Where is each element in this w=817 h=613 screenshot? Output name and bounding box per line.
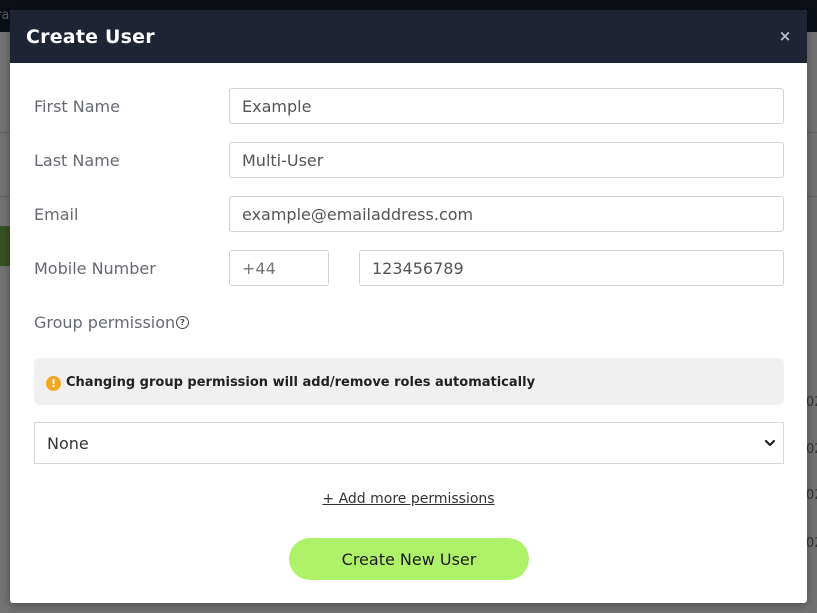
country-code-input[interactable] [229,250,329,286]
last-name-row: Last Name [10,142,807,180]
create-new-user-button[interactable]: Create New User [289,538,529,580]
group-permission-select[interactable]: None [34,422,784,464]
last-name-label: Last Name [34,151,120,170]
mobile-number-label: Mobile Number [34,259,156,278]
permission-notice: ! Changing group permission will add/rem… [34,358,784,405]
last-name-input[interactable] [229,142,784,178]
warning-icon: ! [46,376,61,391]
chevron-down-icon [764,439,776,447]
select-value: None [47,434,89,453]
close-icon[interactable]: × [777,27,793,45]
create-user-modal: Create User × First Name Last Name Email… [10,10,807,603]
email-row: Email [10,196,807,234]
mobile-row: Mobile Number [10,250,807,288]
group-permission-row: Group permission ? [10,304,807,342]
help-icon[interactable]: ? [176,316,189,329]
notice-text: Changing group permission will add/remov… [66,375,536,390]
add-more-permissions-link[interactable]: + Add more permissions [322,491,494,507]
email-input[interactable] [229,196,784,232]
email-label: Email [34,205,79,224]
group-permission-label: Group permission [34,313,176,332]
first-name-row: First Name [10,88,807,126]
add-permissions-container: + Add more permissions [10,488,807,507]
modal-title: Create User [26,26,155,48]
first-name-input[interactable] [229,88,784,124]
modal-header: Create User × [10,10,807,63]
mobile-number-input[interactable] [359,250,784,286]
first-name-label: First Name [34,97,120,116]
